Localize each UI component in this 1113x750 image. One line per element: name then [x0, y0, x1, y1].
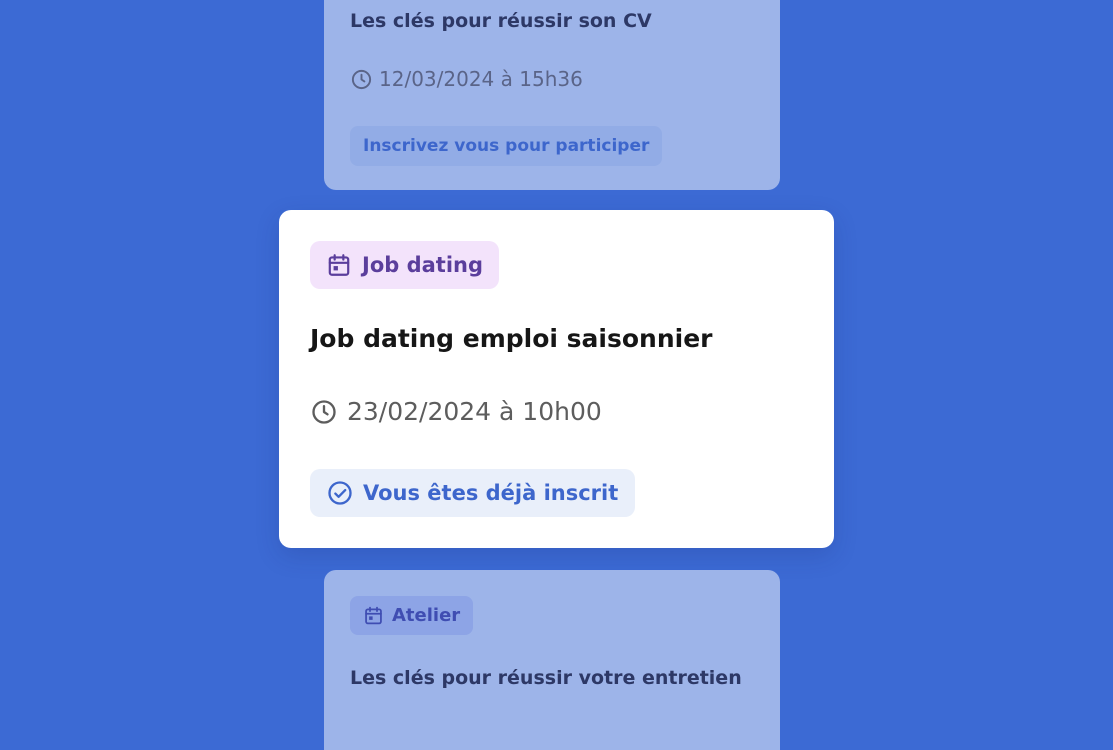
registered-status-label: Vous êtes déjà inscrit: [363, 481, 619, 505]
event-type-label: Atelier: [392, 605, 461, 626]
event-date: 23/02/2024 à 10h00: [310, 397, 602, 426]
event-title: Job dating emploi saisonnier: [310, 324, 713, 353]
clock-icon: [312, 399, 336, 424]
check-circle-icon: [328, 481, 352, 505]
event-card-cv[interactable]: Les clés pour réussir son CV 12/03/2024 …: [324, 0, 780, 190]
register-button[interactable]: Inscrivez vous pour participer: [350, 126, 663, 166]
event-type-label: Job dating: [362, 253, 484, 277]
event-type-badge: Atelier: [350, 596, 474, 635]
calendar-icon: [365, 606, 382, 625]
registered-status-button[interactable]: Vous êtes déjà inscrit: [310, 469, 636, 517]
clock-icon: [351, 69, 372, 89]
event-type-badge: Job dating: [310, 241, 500, 289]
event-card-entretien[interactable]: Atelier Les clés pour réussir votre entr…: [324, 570, 780, 750]
event-date: 12/03/2024 à 15h36: [350, 67, 583, 91]
event-title: Les clés pour réussir votre entretien: [350, 667, 742, 689]
event-date-text: 23/02/2024 à 10h00: [347, 397, 602, 426]
calendar-icon: [328, 254, 350, 276]
event-card-job-dating[interactable]: Job dating Job dating emploi saisonnier …: [279, 210, 834, 548]
event-title: Les clés pour réussir son CV: [350, 10, 652, 32]
event-date-text: 12/03/2024 à 15h36: [379, 67, 583, 91]
